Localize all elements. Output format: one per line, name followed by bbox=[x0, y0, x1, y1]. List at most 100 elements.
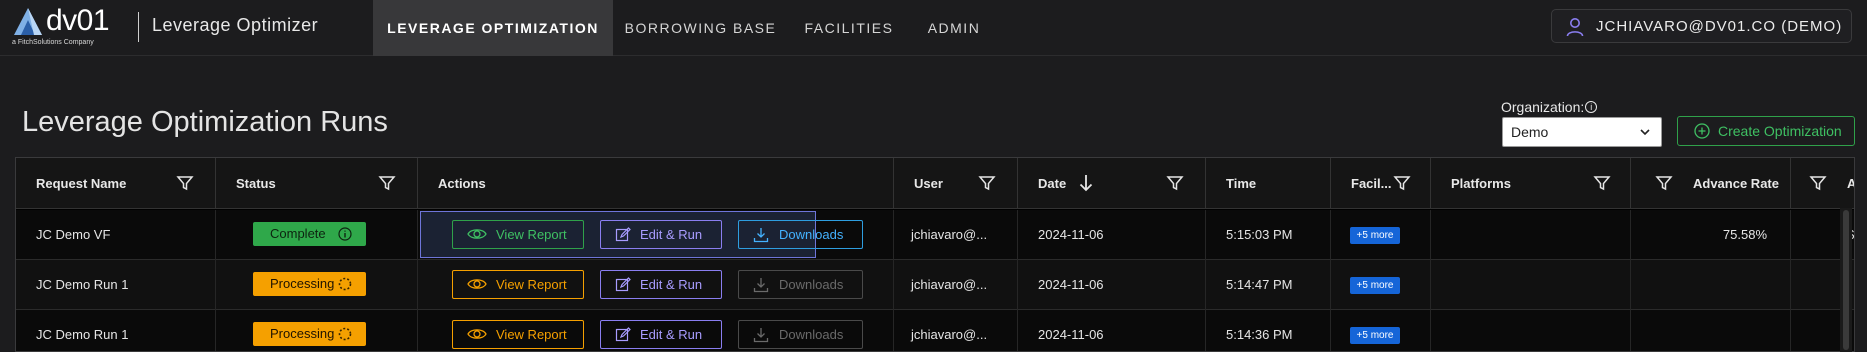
filter-icon[interactable] bbox=[176, 174, 194, 192]
app-title: Leverage Optimizer bbox=[152, 15, 319, 35]
user-text: jchiavaro@... bbox=[911, 277, 988, 292]
view-report-button[interactable]: View Report bbox=[452, 220, 584, 249]
col-header-label: User bbox=[914, 176, 943, 191]
organization-label: Organization: i bbox=[1501, 99, 1598, 115]
tab-admin[interactable]: ADMIN bbox=[910, 0, 998, 56]
table-row[interactable]: JC Demo VF Complete View Report Edit & R… bbox=[16, 210, 1854, 260]
view-report-label: View Report bbox=[496, 327, 567, 342]
col-header-label: Request Name bbox=[36, 176, 127, 191]
col-header-label: Actions bbox=[438, 176, 486, 191]
nav-divider bbox=[138, 12, 139, 42]
date-text: 2024-11-06 bbox=[1038, 327, 1104, 342]
cell-request-name: JC Demo VF bbox=[16, 210, 216, 260]
table-header: Request Name Status Actions User Date Ti… bbox=[16, 158, 1854, 209]
cell-actions: View Report Edit & Run Downloads bbox=[418, 310, 894, 351]
edit-and-run-button[interactable]: Edit & Run bbox=[600, 270, 722, 299]
tab-facilities[interactable]: FACILITIES bbox=[788, 0, 910, 56]
logo-subtitle: a FitchSolutions Company bbox=[12, 39, 94, 46]
logo-mark-icon bbox=[14, 8, 42, 35]
more-facilities-badge[interactable]: +5 more bbox=[1350, 327, 1400, 344]
view-report-button[interactable]: View Report bbox=[452, 320, 584, 349]
col-header-advance-rate[interactable]: Advance Rate bbox=[1631, 158, 1791, 209]
filter-icon[interactable] bbox=[1393, 174, 1411, 192]
time-text: 5:14:36 PM bbox=[1226, 327, 1293, 342]
advance-rate-text: 75.58% bbox=[1722, 227, 1767, 242]
downloads-label: Downloads bbox=[779, 277, 844, 292]
downloads-button[interactable]: Downloads bbox=[738, 270, 863, 299]
status-label: Processing bbox=[270, 276, 335, 291]
filter-icon[interactable] bbox=[378, 174, 396, 192]
col-header-label: Date bbox=[1038, 176, 1067, 191]
cell-request-name: JC Demo Run 1 bbox=[16, 310, 216, 351]
filter-icon[interactable] bbox=[1166, 174, 1184, 192]
request-name-text: JC Demo Run 1 bbox=[36, 277, 129, 292]
edit-icon bbox=[615, 277, 631, 292]
cell-advance-rate: 75.58% bbox=[1631, 210, 1791, 260]
col-header-status[interactable]: Status bbox=[216, 158, 418, 209]
edit-and-run-button[interactable]: Edit & Run bbox=[600, 220, 722, 249]
user-icon bbox=[1566, 18, 1584, 37]
col-header-actions[interactable]: Actions bbox=[418, 158, 894, 209]
cell-platforms bbox=[1431, 310, 1631, 351]
filter-icon[interactable] bbox=[1655, 174, 1673, 192]
cell-user: jchiavaro@... bbox=[894, 260, 1018, 310]
view-report-label: View Report bbox=[496, 227, 567, 242]
col-header-label: A bbox=[1847, 176, 1854, 191]
col-header-facilities[interactable]: Facil... bbox=[1331, 158, 1431, 209]
filter-icon[interactable] bbox=[978, 174, 996, 192]
status-badge: Processing bbox=[253, 322, 366, 346]
col-header-extra[interactable]: A bbox=[1791, 158, 1854, 209]
view-report-label: View Report bbox=[496, 277, 567, 292]
chevron-down-icon bbox=[1640, 129, 1650, 136]
date-text: 2024-11-06 bbox=[1038, 277, 1104, 292]
tab-borrowing-base[interactable]: BORROWING BASE bbox=[613, 0, 788, 56]
downloads-label: Downloads bbox=[779, 227, 844, 242]
create-optimization-button[interactable]: Create Optimization bbox=[1677, 116, 1855, 146]
edit-and-run-button[interactable]: Edit & Run bbox=[600, 320, 722, 349]
spinner-icon bbox=[338, 327, 352, 341]
tab-leverage-optimization[interactable]: LEVERAGE OPTIMIZATION bbox=[373, 0, 613, 56]
date-text: 2024-11-06 bbox=[1038, 227, 1104, 242]
sort-arrow-down-icon[interactable] bbox=[1078, 173, 1094, 193]
user-menu[interactable]: JCHIAVARO@DV01.CO (DEMO) bbox=[1551, 9, 1852, 43]
eye-icon bbox=[467, 229, 487, 239]
organization-label-text: Organization: bbox=[1501, 99, 1585, 115]
cell-facilities: +5 more bbox=[1331, 260, 1431, 310]
filter-icon[interactable] bbox=[1593, 174, 1611, 192]
more-facilities-badge[interactable]: +5 more bbox=[1350, 277, 1400, 294]
eye-icon bbox=[467, 329, 487, 339]
request-name-text: JC Demo VF bbox=[36, 227, 111, 242]
edit-icon bbox=[615, 227, 631, 242]
cell-status: Processing bbox=[216, 310, 418, 351]
col-header-date[interactable]: Date bbox=[1018, 158, 1206, 209]
col-header-time[interactable]: Time bbox=[1206, 158, 1331, 209]
view-report-button[interactable]: View Report bbox=[452, 270, 584, 299]
col-header-request-name[interactable]: Request Name bbox=[16, 158, 216, 209]
info-icon[interactable]: i bbox=[1585, 101, 1598, 113]
page-title: Leverage Optimization Runs bbox=[22, 106, 388, 138]
col-header-platforms[interactable]: Platforms bbox=[1431, 158, 1631, 209]
time-text: 5:14:47 PM bbox=[1226, 277, 1293, 292]
scrollbar-thumb[interactable] bbox=[1843, 210, 1849, 350]
table-row[interactable]: JC Demo Run 1 Processing View Report Edi… bbox=[16, 260, 1854, 310]
runs-table: Request Name Status Actions User Date Ti… bbox=[15, 157, 1855, 352]
table-row[interactable]: JC Demo Run 1 Processing View Report Edi… bbox=[16, 310, 1854, 351]
vertical-scrollbar[interactable] bbox=[1840, 208, 1852, 352]
filter-icon[interactable] bbox=[1809, 174, 1827, 192]
dv01-logo[interactable]: dv01 a FitchSolutions Company bbox=[12, 4, 122, 48]
downloads-button[interactable]: Downloads bbox=[738, 320, 863, 349]
download-icon bbox=[753, 228, 769, 243]
spinner-icon bbox=[338, 277, 352, 291]
col-header-label: Advance Rate bbox=[1693, 176, 1779, 191]
info-circle-icon[interactable] bbox=[338, 227, 352, 241]
status-label: Processing bbox=[270, 326, 335, 341]
cell-time: 5:14:47 PM bbox=[1206, 260, 1331, 310]
cell-actions: View Report Edit & Run Downloads bbox=[418, 260, 894, 310]
organization-select[interactable]: Demo bbox=[1502, 117, 1662, 147]
cell-request-name: JC Demo Run 1 bbox=[16, 260, 216, 310]
cell-facilities: +5 more bbox=[1331, 210, 1431, 260]
more-facilities-badge[interactable]: +5 more bbox=[1350, 227, 1400, 244]
download-icon bbox=[753, 278, 769, 293]
downloads-button[interactable]: Downloads bbox=[738, 220, 863, 249]
col-header-user[interactable]: User bbox=[894, 158, 1018, 209]
